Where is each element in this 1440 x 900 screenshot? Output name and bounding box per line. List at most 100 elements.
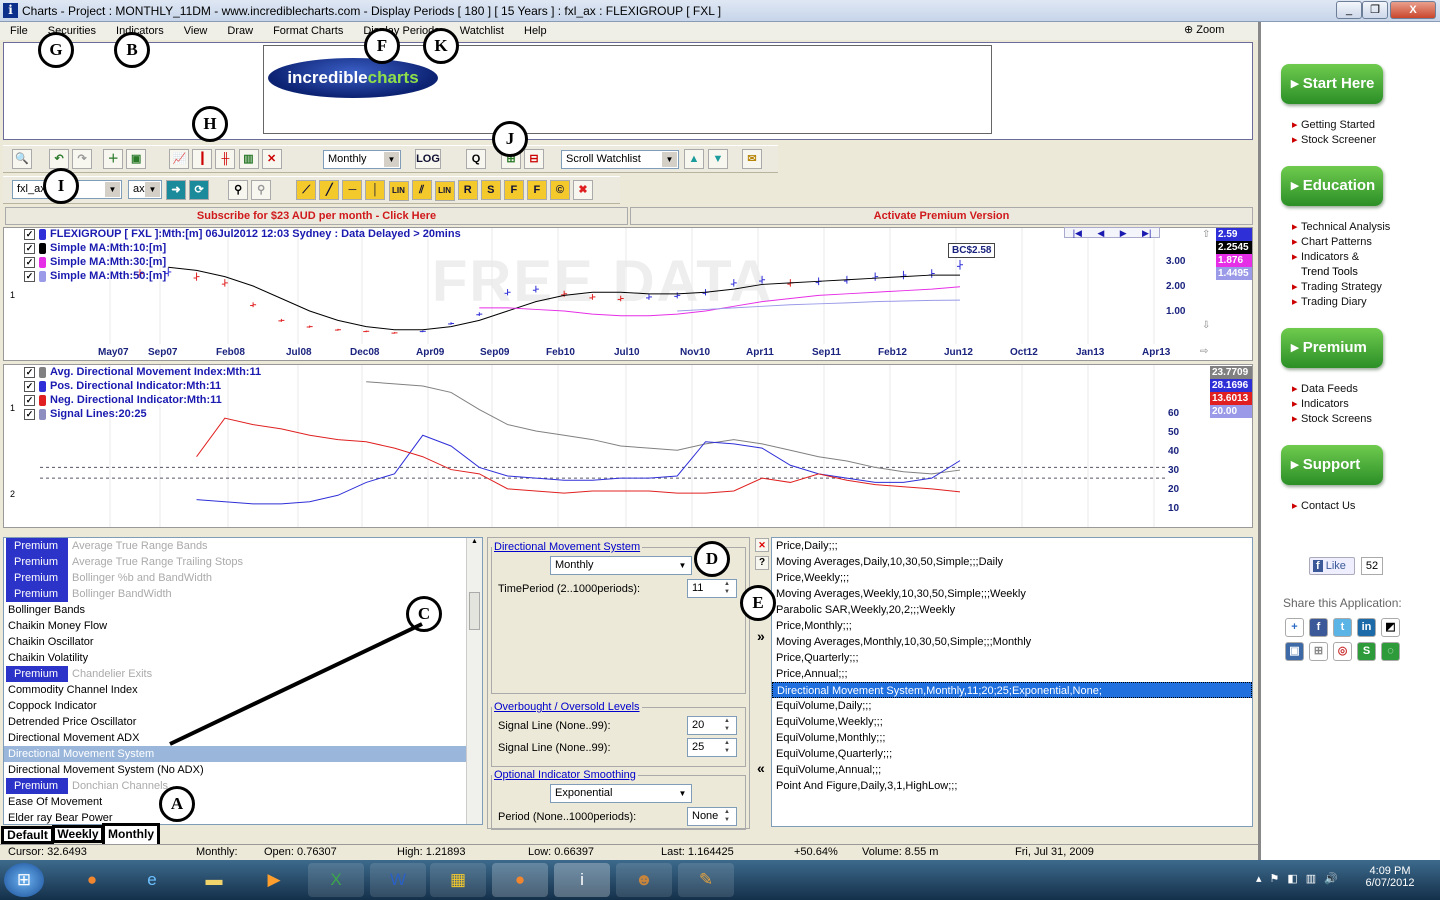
link-getting-started[interactable]: Getting Started: [1292, 118, 1375, 133]
timeperiod-input[interactable]: 11: [687, 579, 737, 598]
premium-button[interactable]: ▸ Premium: [1281, 328, 1383, 368]
chart-rules-list[interactable]: Price,Daily;;; Moving Averages,Daily,10,3…: [771, 537, 1253, 827]
resistance-icon[interactable]: R: [457, 180, 478, 200]
media-player-icon[interactable]: ▶: [246, 863, 302, 897]
minimize-button[interactable]: _: [1336, 1, 1362, 19]
start-here-button[interactable]: ▸ Start Here: [1281, 64, 1383, 104]
twitter-icon[interactable]: t: [1333, 618, 1352, 637]
watchlist-select[interactable]: Scroll Watchlist ▼: [561, 150, 679, 169]
stumbleupon-icon[interactable]: S: [1357, 642, 1376, 661]
remove-watchlist-icon[interactable]: ⊟: [524, 149, 544, 169]
paint-icon[interactable]: ✎: [678, 863, 734, 897]
checkbox[interactable]: ✓: [24, 380, 35, 392]
monkey-app-icon[interactable]: ☻: [616, 863, 672, 897]
add-rule-icon[interactable]: »: [757, 628, 765, 644]
tab-weekly[interactable]: Weekly: [52, 825, 104, 843]
remove-rule-icon[interactable]: «: [757, 760, 765, 776]
settings-period-select[interactable]: Monthly ▼: [550, 556, 692, 575]
facebook-share-icon[interactable]: f: [1309, 618, 1328, 637]
quote-icon[interactable]: Q: [466, 149, 486, 169]
rule-item[interactable]: EquiVolume,Daily;;;: [772, 698, 1252, 714]
activate-premium-banner[interactable]: Activate Premium Version: [630, 207, 1253, 225]
rule-item[interactable]: EquiVolume,Monthly;;;: [772, 730, 1252, 746]
checkbox[interactable]: ✓: [24, 270, 35, 282]
parallel-icon[interactable]: ⫽: [411, 180, 432, 200]
google-plus-icon[interactable]: +: [1285, 618, 1304, 637]
text-note-icon[interactable]: ©: [549, 180, 570, 200]
redo-icon[interactable]: ↷: [72, 149, 93, 169]
menu-watchlist[interactable]: Watchlist: [450, 25, 514, 37]
scroll-up-icon[interactable]: ▲: [467, 538, 482, 552]
magnify-icon[interactable]: 🔍: [12, 149, 32, 169]
nav-prev-icon[interactable]: ◀: [1097, 228, 1104, 238]
rule-item[interactable]: Moving Averages,Daily,10,30,50,Simple;;;…: [772, 554, 1252, 570]
vertical-line-icon[interactable]: │: [365, 180, 386, 200]
explorer-icon[interactable]: ▬: [186, 863, 242, 897]
lin-icon[interactable]: LIN: [388, 181, 409, 201]
excel-icon[interactable]: X: [308, 863, 364, 897]
rule-item[interactable]: Parabolic SAR,Weekly,20,2;;;Weekly: [772, 602, 1252, 618]
start-orb-icon[interactable]: ⊞: [4, 863, 44, 897]
link-chart-patterns[interactable]: Chart Patterns: [1292, 235, 1372, 250]
scroll-down-icon[interactable]: ⇩: [1202, 320, 1210, 331]
line-chart-icon[interactable]: 📈: [169, 149, 190, 169]
indicator-item[interactable]: Ease Of Movement: [4, 794, 482, 810]
checkbox[interactable]: ✓: [24, 242, 35, 254]
period-select[interactable]: Monthly ▼: [323, 150, 401, 169]
delicious-icon[interactable]: ◩: [1381, 618, 1400, 637]
support-button[interactable]: ▸ Support: [1281, 445, 1383, 485]
incrediblecharts-logo[interactable]: incrediblecharts: [268, 58, 438, 98]
indicator-item[interactable]: Premium Donchian Channels: [4, 778, 482, 794]
indicator-item[interactable]: Premium Bollinger %b and BandWidth: [4, 570, 482, 586]
arrow-down-icon[interactable]: ▼: [708, 149, 728, 169]
fibonacci-icon[interactable]: F: [503, 180, 524, 200]
rule-item[interactable]: Point And Figure,Daily,3,1,HighLow;;;: [772, 778, 1252, 794]
smoothing-select[interactable]: Exponential ▼: [550, 784, 692, 803]
rule-item[interactable]: Price,Annual;;;: [772, 666, 1252, 682]
indicator-item[interactable]: Premium Average True Range Bands: [4, 538, 482, 554]
draw-trendline-icon[interactable]: ⟋: [296, 180, 317, 200]
bookmark-icon[interactable]: ⊞: [1309, 642, 1328, 661]
signal-line-2-input[interactable]: 25: [687, 738, 737, 757]
rule-item[interactable]: EquiVolume,Weekly;;;: [772, 714, 1252, 730]
fib-extension-icon[interactable]: F: [526, 180, 547, 200]
help-icon[interactable]: ?: [755, 556, 769, 570]
rule-item[interactable]: Moving Averages,Monthly,10,30,50,Simple;…: [772, 634, 1252, 650]
exchange-select[interactable]: ax ▼: [128, 180, 162, 199]
indicator-item[interactable]: Premium Bollinger BandWidth: [4, 586, 482, 602]
subscribe-banner[interactable]: Subscribe for $23 AUD per month - Click …: [5, 207, 628, 225]
link-trend-tools[interactable]: Trend Tools: [1301, 265, 1358, 280]
rule-item[interactable]: EquiVolume,Annual;;;: [772, 762, 1252, 778]
clock[interactable]: 4:09 PM 6/07/2012: [1364, 865, 1416, 889]
link-stock-screens[interactable]: Stock Screens: [1292, 412, 1372, 427]
digg-icon[interactable]: ◌: [1381, 642, 1400, 661]
delete-drawing-icon[interactable]: ✖: [573, 180, 593, 200]
go-icon[interactable]: ➜: [166, 180, 186, 200]
rule-item[interactable]: Directional Movement System,Monthly,11;2…: [772, 682, 1252, 698]
like-button[interactable]: f Like: [1309, 557, 1355, 575]
tab-default[interactable]: Default: [1, 826, 54, 844]
link-indicators-trend[interactable]: Indicators &: [1292, 250, 1359, 265]
rule-item[interactable]: Price,Daily;;;: [772, 538, 1252, 554]
indicator-item[interactable]: Directional Movement System (No ADX): [4, 762, 482, 778]
volume-chart-icon[interactable]: ▥: [238, 149, 259, 169]
rule-item[interactable]: Moving Averages,Weekly,10,30,50,Simple;;…: [772, 586, 1252, 602]
link-indicators[interactable]: Indicators: [1292, 397, 1349, 412]
indicator-list-scrollbar[interactable]: ▲: [466, 538, 482, 824]
horizontal-line-icon[interactable]: ─: [342, 180, 363, 200]
link-contact-us[interactable]: Contact Us: [1292, 499, 1355, 514]
menu-view[interactable]: View: [174, 25, 218, 37]
linkedin-icon[interactable]: in: [1357, 618, 1376, 637]
link-trading-diary[interactable]: Trading Diary: [1292, 295, 1367, 310]
lin-channel-icon[interactable]: LIN: [434, 181, 455, 201]
indicator-item[interactable]: Premium Average True Range Trailing Stops: [4, 554, 482, 570]
zoom-button[interactable]: ⊕ Zoom: [1184, 23, 1224, 36]
email-icon[interactable]: ✉: [742, 149, 762, 169]
draw-line-icon[interactable]: ╱: [319, 180, 340, 200]
rule-item[interactable]: Price,Quarterly;;;: [772, 650, 1252, 666]
link-trading-strategy[interactable]: Trading Strategy: [1292, 280, 1382, 295]
signal-line-1-input[interactable]: 20: [687, 716, 737, 735]
scroll-right-icon[interactable]: ⇨: [1200, 346, 1208, 357]
bar-chart-icon[interactable]: ┃: [192, 149, 213, 169]
app-folder-icon[interactable]: ▦: [430, 863, 486, 897]
